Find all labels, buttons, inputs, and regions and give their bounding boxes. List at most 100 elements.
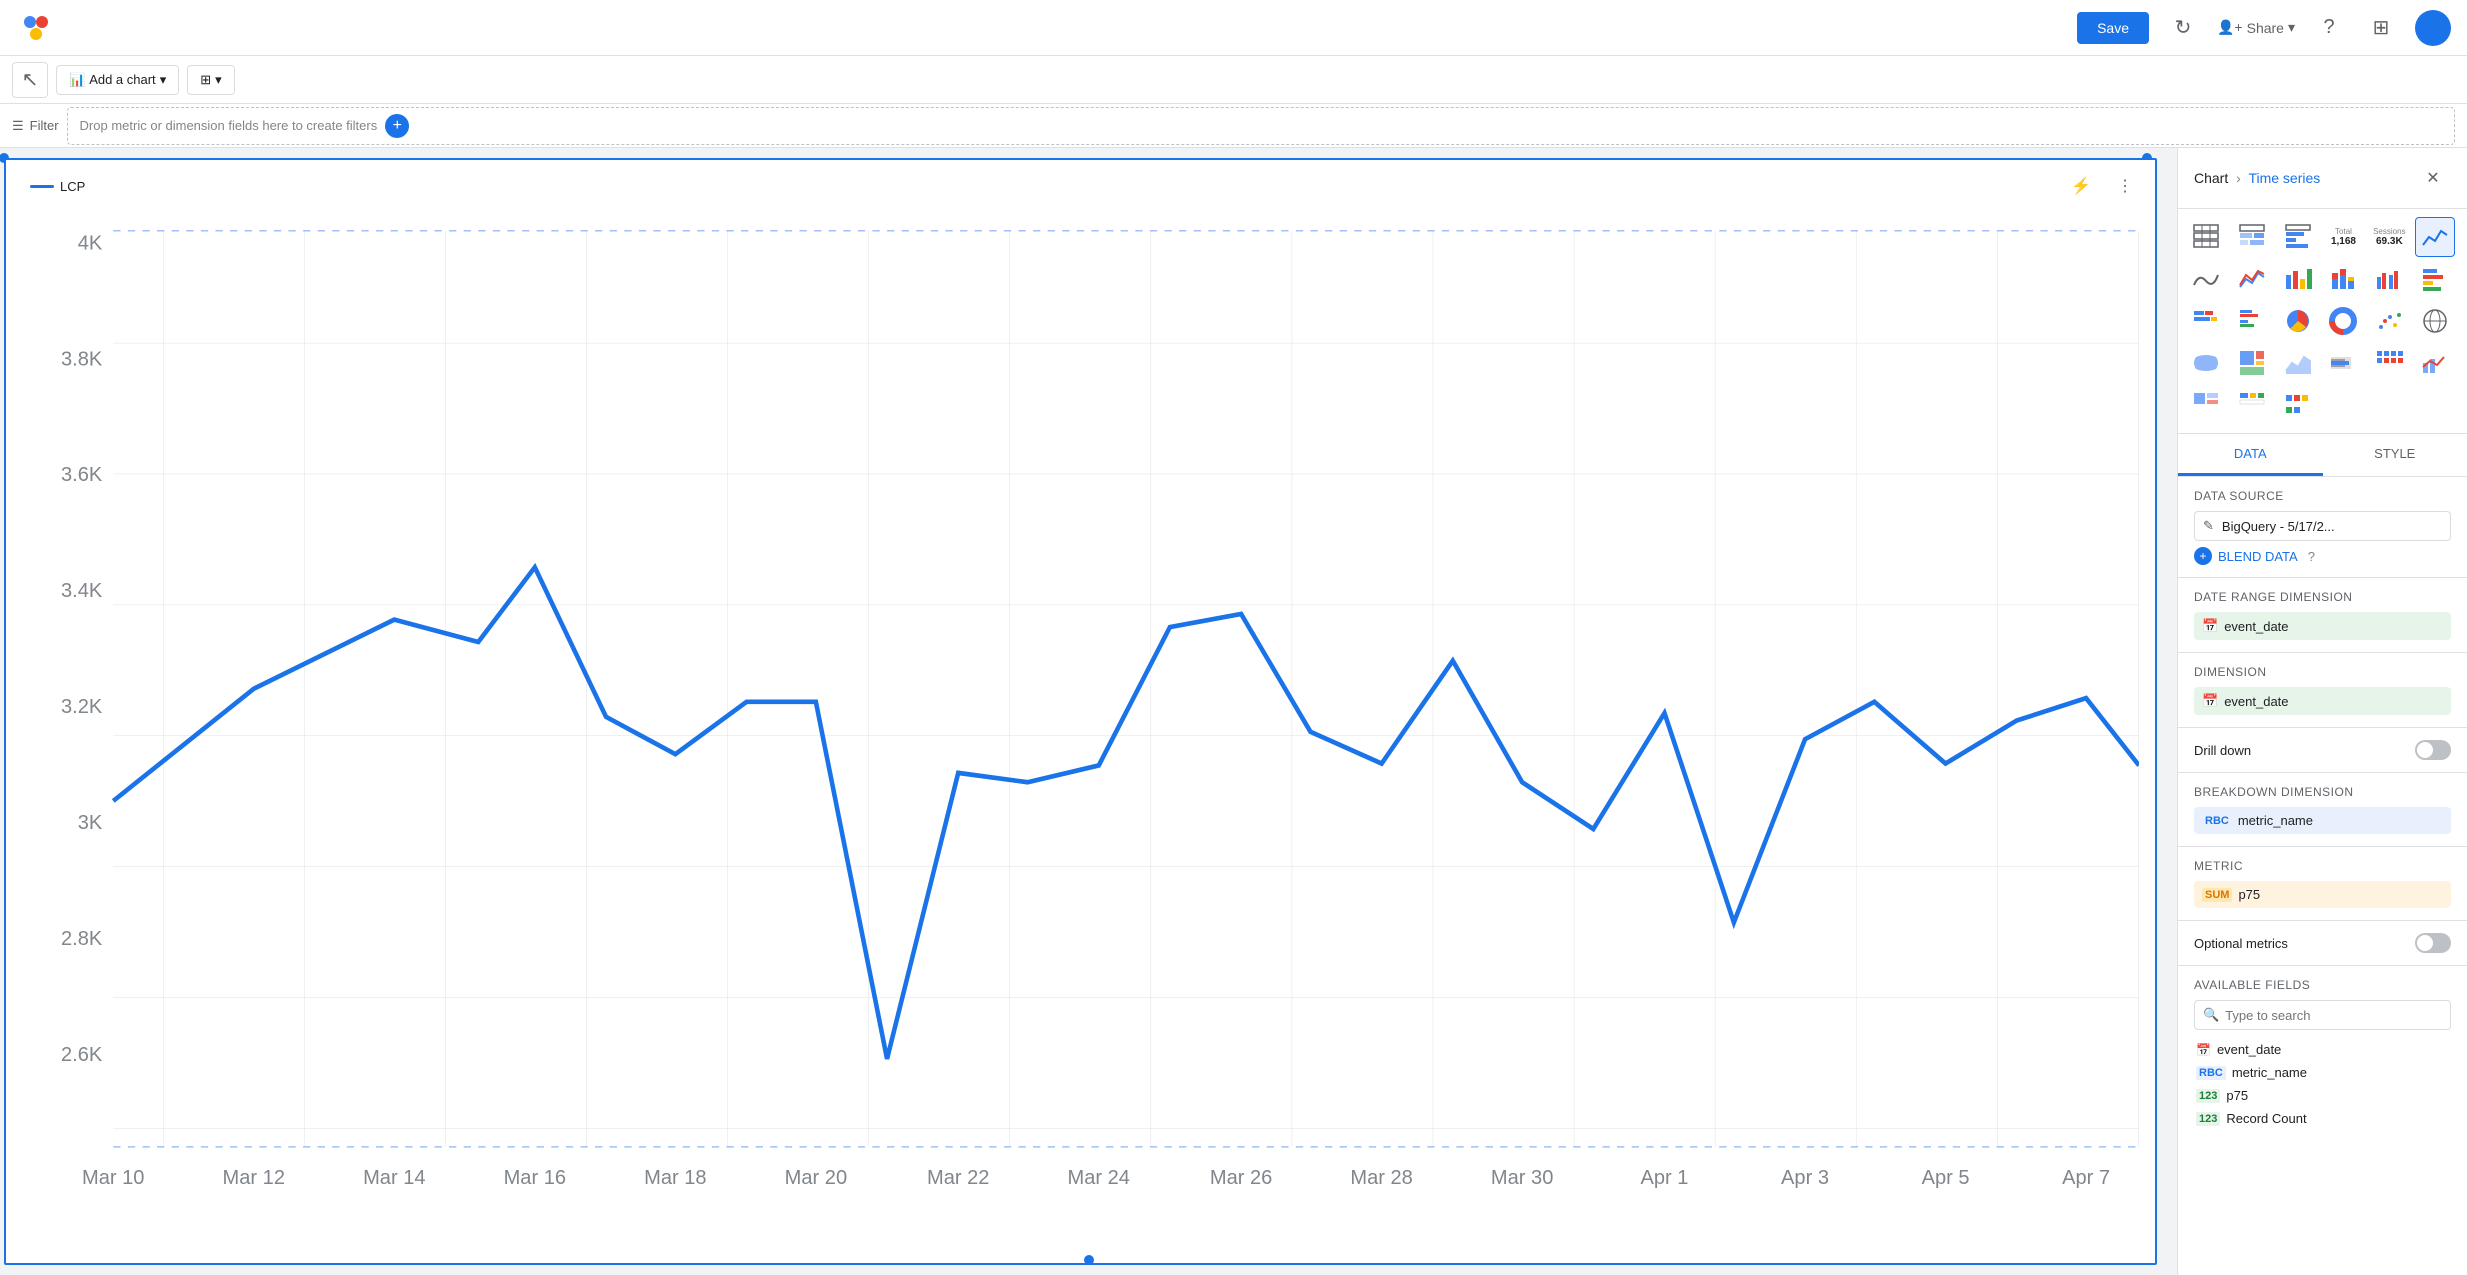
- filter-bar: ☰ Filter Drop metric or dimension fields…: [0, 104, 2467, 148]
- chart-more-button[interactable]: ⋮: [2107, 168, 2143, 204]
- field-item-event-date: 📅 event_date: [2194, 1038, 2451, 1061]
- chart-type-line[interactable]: [2232, 259, 2272, 299]
- svg-text:Mar 16: Mar 16: [504, 1167, 566, 1189]
- blend-data-button[interactable]: + BLEND DATA ?: [2194, 547, 2315, 565]
- share-icon: 👤+: [2217, 19, 2243, 36]
- legend-line: [30, 185, 54, 188]
- chart-type-extra[interactable]: [2278, 385, 2318, 425]
- filter-drop-zone[interactable]: Drop metric or dimension fields here to …: [67, 107, 2455, 145]
- chart-type-treemap[interactable]: [2232, 343, 2272, 383]
- pencil-icon: ✎: [2203, 518, 2214, 534]
- add-chart-button[interactable]: 📊 Add a chart ▾: [56, 65, 179, 95]
- refresh-button[interactable]: ↻: [2165, 10, 2201, 46]
- apps-button[interactable]: ⊞: [2363, 10, 2399, 46]
- sum-badge: SUM: [2202, 888, 2232, 902]
- chart-type-filled-map[interactable]: [2186, 343, 2226, 383]
- breakdown-field[interactable]: RBC metric_name: [2194, 807, 2451, 834]
- svg-text:Mar 10: Mar 10: [82, 1167, 144, 1189]
- help-button[interactable]: ?: [2311, 10, 2347, 46]
- drill-down-section: Drill down: [2178, 728, 2467, 773]
- navbar: Save ↻ 👤+ Share ▾ ? ⊞: [0, 0, 2467, 56]
- dimension-section: Dimension 📅 event_date: [2178, 653, 2467, 728]
- svg-text:Mar 30: Mar 30: [1491, 1167, 1553, 1189]
- svg-text:3.6K: 3.6K: [61, 464, 103, 486]
- svg-text:Mar 18: Mar 18: [644, 1167, 706, 1189]
- chart-type-grouped-bar[interactable]: [2369, 259, 2409, 299]
- chart-type-scorecard-total[interactable]: Total 1,168: [2323, 217, 2363, 257]
- chart-type-area[interactable]: [2278, 343, 2318, 383]
- chart-type-bullet[interactable]: [2323, 343, 2363, 383]
- chart-type-donut[interactable]: [2323, 301, 2363, 341]
- optional-metrics-section: Optional metrics: [2178, 921, 2467, 966]
- datasource-row[interactable]: ✎ BigQuery - 5/17/2...: [2194, 511, 2451, 541]
- chart-type-waffle[interactable]: [2369, 343, 2409, 383]
- metric-label: Metric: [2194, 859, 2451, 873]
- svg-text:2.8K: 2.8K: [61, 928, 103, 950]
- chart-type-scatter[interactable]: [2369, 301, 2409, 341]
- date-range-field[interactable]: 📅 event_date: [2194, 612, 2451, 640]
- main-layout: LCP ⚡ ⋮ 4K 3.8K 3: [0, 148, 2467, 1275]
- calendar-icon-dim: 📅: [2202, 693, 2218, 709]
- chart-type-geo[interactable]: [2415, 301, 2455, 341]
- optional-metrics-toggle[interactable]: [2415, 933, 2451, 953]
- svg-text:Apr 5: Apr 5: [1922, 1167, 1970, 1189]
- filter-label: ☰ Filter: [12, 118, 59, 134]
- chart-lightning-button[interactable]: ⚡: [2063, 168, 2099, 204]
- filter-icon: ☰: [12, 118, 24, 134]
- panel-close-button[interactable]: ✕: [2415, 160, 2451, 196]
- chart-type-bar[interactable]: [2278, 259, 2318, 299]
- svg-text:Mar 14: Mar 14: [363, 1167, 425, 1189]
- svg-text:Apr 1: Apr 1: [1641, 1167, 1689, 1189]
- svg-text:Apr 7: Apr 7: [2062, 1167, 2110, 1189]
- chart-type-horizontal-bar[interactable]: [2415, 259, 2455, 299]
- svg-text:3K: 3K: [78, 812, 103, 834]
- save-button[interactable]: Save: [2077, 12, 2149, 44]
- svg-text:Mar 26: Mar 26: [1210, 1167, 1272, 1189]
- chart-type-gauge[interactable]: [2186, 385, 2226, 425]
- search-icon: 🔍: [2203, 1007, 2219, 1023]
- chart-type-stacked-bar[interactable]: [2323, 259, 2363, 299]
- logo: [16, 8, 56, 48]
- chart-type-table[interactable]: [2186, 217, 2226, 257]
- dimension-field[interactable]: 📅 event_date: [2194, 687, 2451, 715]
- chart-type-heatmap[interactable]: [2232, 217, 2272, 257]
- date-range-section: Date Range Dimension 📅 event_date: [2178, 578, 2467, 653]
- field-item-record-count: 123 Record Count: [2194, 1107, 2451, 1130]
- cursor-tool-button[interactable]: ↖: [12, 62, 48, 98]
- user-avatar[interactable]: [2415, 10, 2451, 46]
- canvas-area: LCP ⚡ ⋮ 4K 3.8K 3: [0, 148, 2177, 1275]
- search-input[interactable]: [2225, 1008, 2442, 1023]
- tab-data[interactable]: DATA: [2178, 434, 2323, 476]
- controls-button[interactable]: ⊞ ▾: [187, 65, 234, 95]
- n123-badge-field: 123: [2196, 1089, 2220, 1103]
- chart-type-pivot[interactable]: [2232, 385, 2272, 425]
- resize-handle-bottom[interactable]: [1084, 1255, 1094, 1265]
- chart-type-time-series[interactable]: [2415, 217, 2455, 257]
- chart-type-scorecard-sessions[interactable]: Sessions 69.3K: [2369, 217, 2409, 257]
- dimension-label: Dimension: [2194, 665, 2451, 679]
- add-filter-button[interactable]: +: [385, 114, 409, 138]
- drill-down-toggle[interactable]: [2415, 740, 2451, 760]
- chart-header: LCP ⚡ ⋮: [6, 160, 2155, 212]
- field-item-p75: 123 p75: [2194, 1084, 2451, 1107]
- svg-text:Mar 20: Mar 20: [785, 1167, 847, 1189]
- metric-field[interactable]: SUM p75: [2194, 881, 2451, 908]
- chart-type-combo[interactable]: [2415, 343, 2455, 383]
- chart-type-pie[interactable]: [2278, 301, 2318, 341]
- chart-type-smooth-line[interactable]: [2186, 259, 2226, 299]
- add-chart-icon: 📊: [69, 72, 85, 88]
- chart-type-bar-table[interactable]: [2278, 217, 2318, 257]
- calendar-icon: 📅: [2202, 618, 2218, 634]
- svg-text:Apr 3: Apr 3: [1781, 1167, 1829, 1189]
- svg-text:3.2K: 3.2K: [61, 696, 103, 718]
- available-fields-section: Available Fields 🔍 📅 event_date RBC metr…: [2178, 966, 2467, 1275]
- panel-tabs: DATA STYLE: [2178, 434, 2467, 477]
- date-range-label: Date Range Dimension: [2194, 590, 2451, 604]
- rbc-badge: RBC: [2202, 814, 2232, 828]
- panel-breadcrumb: Chart › Time series: [2194, 170, 2320, 186]
- share-button[interactable]: 👤+ Share ▾: [2217, 19, 2295, 36]
- chart-type-stacked-horizontal[interactable]: [2186, 301, 2226, 341]
- svg-text:3.8K: 3.8K: [61, 348, 103, 370]
- chart-type-grouped-horizontal[interactable]: [2232, 301, 2272, 341]
- tab-style[interactable]: STYLE: [2323, 434, 2467, 476]
